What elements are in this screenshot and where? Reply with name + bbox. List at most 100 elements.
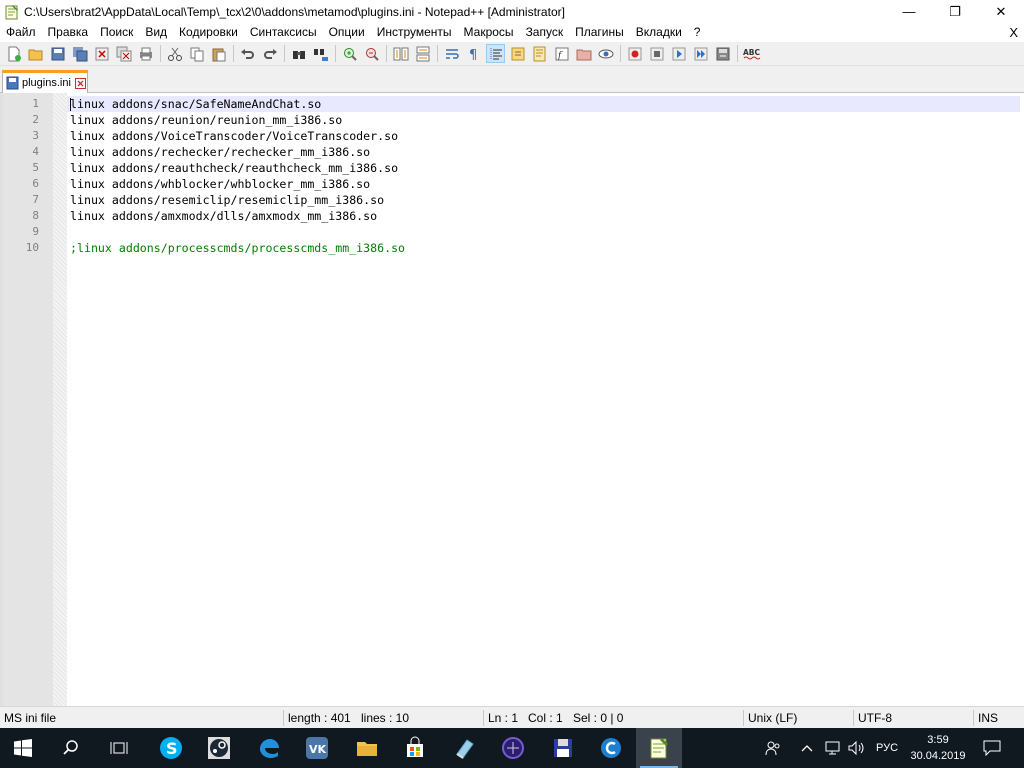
task-view-icon[interactable]	[96, 728, 142, 768]
sync-vertical-icon[interactable]	[391, 44, 410, 63]
svg-text:¶: ¶	[469, 48, 477, 62]
code-line[interactable]: linux addons/VoiceTranscoder/VoiceTransc…	[67, 128, 1020, 144]
undo-icon[interactable]	[238, 44, 257, 63]
code-line[interactable]: linux addons/rechecker/rechecker_mm_i386…	[67, 144, 1020, 160]
maximize-button[interactable]: ❐	[932, 0, 978, 23]
chevron-up-icon[interactable]	[798, 728, 816, 768]
close-all-icon[interactable]	[114, 44, 133, 63]
print-icon[interactable]	[136, 44, 155, 63]
menu-tools[interactable]: Инструменты	[371, 23, 458, 42]
record-macro-icon[interactable]	[625, 44, 644, 63]
code-line[interactable]: linux addons/whblocker/whblocker_mm_i386…	[67, 176, 1020, 192]
sync-horizontal-icon[interactable]	[413, 44, 432, 63]
save-icon[interactable]	[48, 44, 67, 63]
editor-area[interactable]: 1 2 3 4 5 6 7 8 9 10 linux addons/snac/SafeNameAn…	[0, 93, 1024, 706]
code-line[interactable]: linux addons/resemiclip/resemiclip_mm_i3…	[67, 192, 1020, 208]
tab-close-icon[interactable]	[74, 77, 86, 89]
play-macro-icon[interactable]	[669, 44, 688, 63]
vk-icon[interactable]: VK	[294, 728, 340, 768]
menu-plugins[interactable]: Плагины	[569, 23, 630, 42]
toolbar-separator	[737, 45, 738, 62]
notepadpp-icon[interactable]	[636, 728, 682, 768]
app-circle-icon[interactable]	[490, 728, 536, 768]
menu-edit[interactable]: Правка	[42, 23, 95, 42]
menu-help[interactable]: ?	[688, 23, 707, 42]
folder-workspace-icon[interactable]	[574, 44, 593, 63]
status-encoding: UTF-8	[858, 711, 892, 725]
notification-icon[interactable]	[978, 728, 1006, 768]
status-column: Col : 1	[528, 711, 563, 725]
menu-macro[interactable]: Макросы	[458, 23, 520, 42]
ccleaner-icon[interactable]	[588, 728, 634, 768]
code-line[interactable]: linux addons/reauthcheck/reauthcheck_mm_…	[67, 160, 1020, 176]
close-document-button[interactable]: X	[1009, 23, 1018, 42]
status-bar: MS ini file length : 401 lines : 10 Ln :…	[0, 706, 1024, 728]
toolbar-separator	[335, 45, 336, 62]
monitoring-icon[interactable]	[596, 44, 615, 63]
notepadpp-window: C:\Users\brat2\AppData\Local\Temp\_tcx\2…	[0, 0, 1024, 768]
spell-check-icon[interactable]: ABC	[742, 44, 761, 63]
code-line[interactable]	[67, 224, 1020, 240]
edge-icon[interactable]	[246, 728, 292, 768]
menu-settings[interactable]: Опции	[323, 23, 371, 42]
status-lines: lines : 10	[361, 711, 410, 725]
menu-encoding[interactable]: Кодировки	[173, 23, 244, 42]
code-line[interactable]: linux addons/snac/SafeNameAndChat.so	[67, 96, 1020, 112]
windows-start-icon[interactable]	[0, 728, 46, 768]
indent-guide-icon[interactable]	[486, 44, 505, 63]
code-line[interactable]: linux addons/amxmodx/dlls/amxmodx_mm_i38…	[67, 208, 1020, 224]
redo-icon[interactable]	[260, 44, 279, 63]
replace-icon[interactable]	[311, 44, 330, 63]
stop-record-icon[interactable]	[647, 44, 666, 63]
zoom-in-icon[interactable]	[340, 44, 359, 63]
status-eol: Unix (LF)	[748, 711, 798, 725]
language-indicator[interactable]: РУС	[872, 728, 902, 768]
line-number: 2	[32, 113, 39, 126]
paste-icon[interactable]	[209, 44, 228, 63]
copy-icon[interactable]	[187, 44, 206, 63]
menu-window[interactable]: Вкладки	[630, 23, 688, 42]
menu-search[interactable]: Поиск	[94, 23, 139, 42]
vertical-scrollbar[interactable]	[1020, 93, 1024, 706]
file-explorer-icon[interactable]	[344, 728, 390, 768]
floppy-app-icon[interactable]	[540, 728, 586, 768]
volume-icon[interactable]	[846, 728, 868, 768]
show-all-chars-icon[interactable]: ¶	[464, 44, 483, 63]
zoom-out-icon[interactable]	[362, 44, 381, 63]
steam-icon[interactable]	[196, 728, 242, 768]
code-line-comment[interactable]: ;linux addons/processcmds/processcmds_mm…	[67, 240, 1020, 256]
close-icon[interactable]	[92, 44, 111, 63]
menu-file[interactable]: Файл	[0, 23, 42, 42]
line-number: 10	[25, 241, 39, 254]
menu-view[interactable]: Вид	[139, 23, 173, 42]
run-macro-multiple-icon[interactable]	[691, 44, 710, 63]
skype-icon[interactable]: S	[148, 728, 194, 768]
people-icon[interactable]	[760, 728, 786, 768]
save-all-icon[interactable]	[70, 44, 89, 63]
menu-language[interactable]: Синтаксисы	[244, 23, 323, 42]
code-line[interactable]: linux addons/reunion/reunion_mm_i386.so	[67, 112, 1020, 128]
new-file-icon[interactable]	[4, 44, 23, 63]
tab-bar: plugins.ini	[0, 66, 1024, 93]
text-area[interactable]: linux addons/snac/SafeNameAndChat.so linu…	[67, 93, 1020, 706]
search-icon[interactable]	[48, 728, 94, 768]
tab-plugins-ini[interactable]: plugins.ini	[2, 70, 88, 93]
store-icon[interactable]	[392, 728, 438, 768]
word-wrap-icon[interactable]	[442, 44, 461, 63]
find-icon[interactable]	[289, 44, 308, 63]
tool-app-icon[interactable]	[442, 728, 488, 768]
language-icon[interactable]	[508, 44, 527, 63]
close-button[interactable]: ✕	[978, 0, 1024, 23]
minimize-button[interactable]: —	[886, 0, 932, 23]
open-file-icon[interactable]	[26, 44, 45, 63]
svg-text:VK: VK	[309, 743, 327, 756]
function-list-icon[interactable]: f	[552, 44, 571, 63]
window-controls: — ❐ ✕	[886, 0, 1024, 23]
network-icon[interactable]	[822, 728, 844, 768]
menu-run[interactable]: Запуск	[520, 23, 570, 42]
doc-map-icon[interactable]	[530, 44, 549, 63]
toolbar: ¶ f ABC	[0, 42, 1024, 66]
clock[interactable]: 3:59 30.04.2019	[906, 732, 970, 764]
cut-icon[interactable]	[165, 44, 184, 63]
save-macro-icon[interactable]	[713, 44, 732, 63]
